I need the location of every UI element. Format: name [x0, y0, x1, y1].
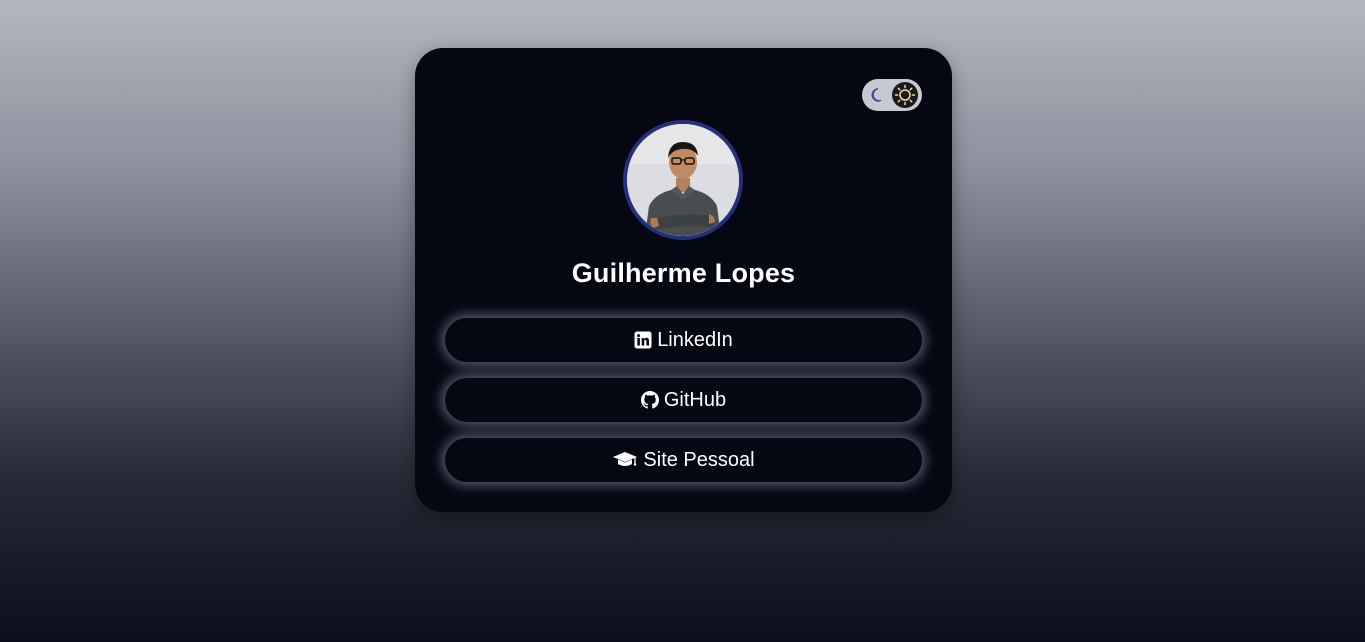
avatar [623, 120, 743, 240]
personal-site-button[interactable]: Site Pessoal [445, 438, 922, 482]
moon-icon [869, 86, 887, 104]
profile-name: Guilherme Lopes [571, 258, 796, 288]
github-button[interactable]: GitHub [445, 378, 922, 422]
theme-toggle[interactable] [862, 79, 922, 111]
linkedin-icon [634, 331, 652, 349]
linkedin-button[interactable]: LinkedIn [445, 318, 922, 362]
graduation-cap-icon [612, 451, 638, 469]
profile-card: Guilherme Lopes LinkedIn GitHub Site Pes… [415, 48, 952, 512]
personal-site-label: Site Pessoal [643, 448, 755, 471]
github-label: GitHub [663, 388, 727, 411]
linkedin-label: LinkedIn [657, 328, 733, 351]
sun-icon [892, 82, 918, 108]
github-icon [640, 391, 659, 409]
